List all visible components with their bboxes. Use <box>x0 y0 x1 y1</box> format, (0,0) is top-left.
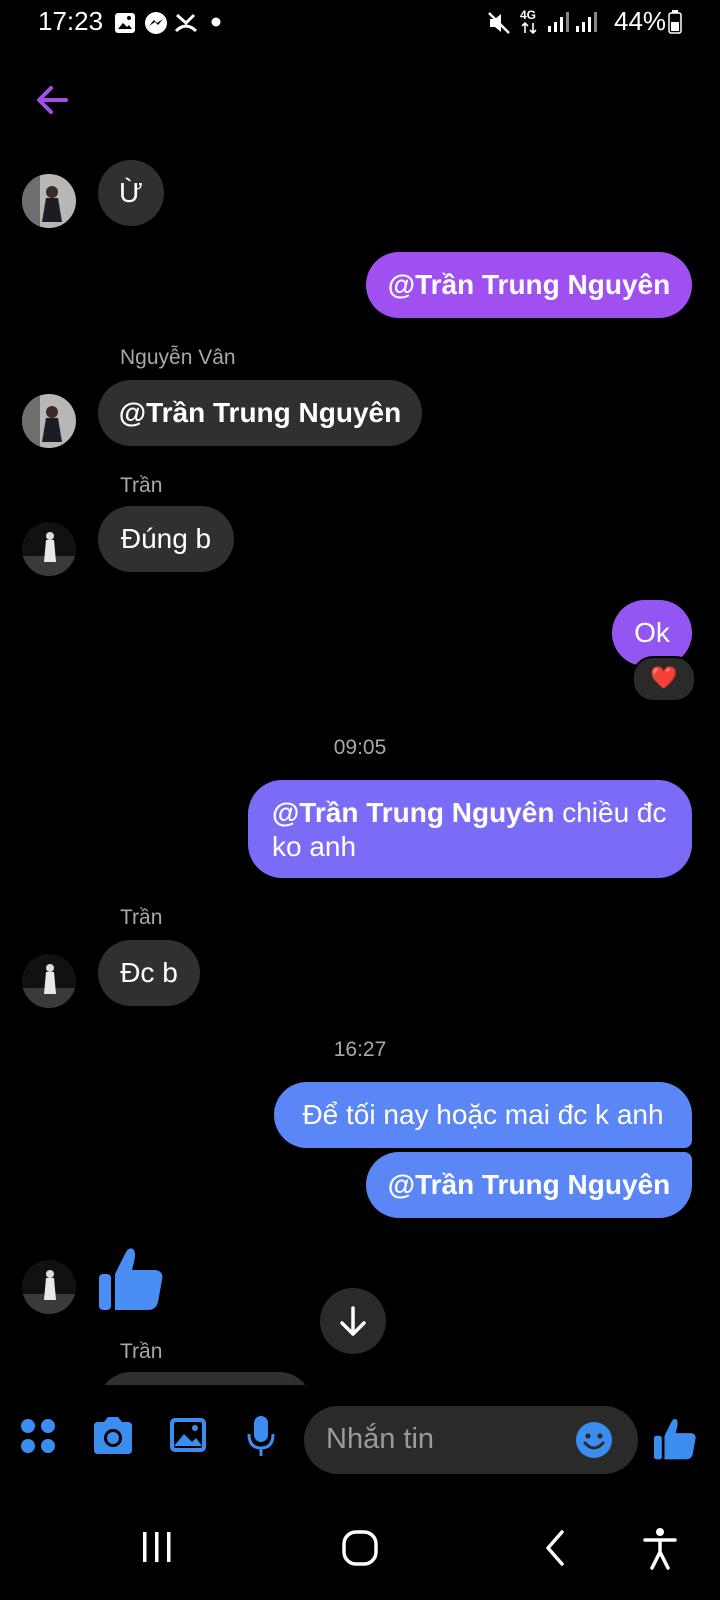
battery-percent: 44% <box>614 6 667 36</box>
chat-thread[interactable]: Ừ @Trần Trung Nguyên Nguyễn Vân @Trần Tr… <box>0 140 720 1385</box>
home-icon[interactable] <box>340 1528 380 1568</box>
sender-name: Nguyễn Vân <box>120 346 236 369</box>
signal-icon-1 <box>548 12 569 32</box>
recent-apps-icon[interactable] <box>140 1530 174 1564</box>
status-time: 17:23 <box>38 6 104 36</box>
message-bubble[interactable]: Ừ <box>98 160 164 226</box>
missed-call-icon <box>174 13 198 33</box>
messenger-icon <box>145 12 167 34</box>
avatar[interactable] <box>22 174 76 228</box>
thumbs-up-icon[interactable] <box>96 1244 166 1314</box>
message-bubble-outgoing[interactable]: @Trần Trung Nguyên chiều đc ko anh <box>248 780 692 878</box>
like-button-icon[interactable] <box>652 1416 698 1462</box>
apps-menu-icon[interactable] <box>18 1416 58 1456</box>
back-icon[interactable] <box>540 1528 570 1568</box>
mention[interactable]: @Trần Trung Nguyên <box>272 797 554 828</box>
microphone-icon[interactable] <box>246 1414 276 1458</box>
signal-icon-2 <box>576 12 597 32</box>
network-type: 4G <box>520 8 537 22</box>
gallery-icon[interactable] <box>168 1416 208 1456</box>
avatar[interactable] <box>22 954 76 1008</box>
back-arrow-icon[interactable] <box>32 80 72 120</box>
avatar[interactable] <box>22 394 76 448</box>
message-bubble[interactable]: Đúng b <box>98 506 234 572</box>
gallery-icon <box>115 13 135 33</box>
avatar[interactable] <box>22 1260 76 1314</box>
accessibility-icon[interactable] <box>642 1526 678 1570</box>
scroll-to-bottom-button[interactable] <box>320 1288 386 1354</box>
avatar[interactable] <box>22 522 76 576</box>
arrow-down-icon <box>340 1306 366 1336</box>
mute-icon <box>488 12 510 34</box>
sender-name: Trần <box>120 1340 163 1363</box>
data-arrows-icon <box>521 22 537 34</box>
message-bubble-outgoing[interactable]: Để tối nay hoặc mai đc k anh <box>274 1082 692 1148</box>
message-bubble[interactable] <box>98 1372 312 1385</box>
emoji-icon[interactable] <box>574 1420 614 1460</box>
message-bubble-outgoing[interactable]: @Trần Trung Nguyên <box>366 1152 692 1218</box>
message-bubble[interactable]: @Trần Trung Nguyên <box>98 380 422 446</box>
camera-icon[interactable] <box>92 1416 134 1456</box>
battery-icon <box>668 10 682 34</box>
system-navigation-bar <box>0 1500 720 1600</box>
sender-name: Trần <box>120 906 163 929</box>
sender-name: Trần <box>120 474 163 497</box>
message-input-placeholder: Nhắn tin <box>326 1423 435 1455</box>
message-bubble[interactable]: Đc b <box>98 940 200 1006</box>
status-bar: 17:23 4G 44% <box>0 0 720 44</box>
heart-reaction-icon[interactable]: ❤️ <box>632 656 696 702</box>
timestamp: 16:27 <box>333 1038 387 1061</box>
message-bubble-outgoing[interactable]: @Trần Trung Nguyên <box>366 252 692 318</box>
timestamp: 09:05 <box>333 736 387 759</box>
dot-icon <box>211 17 221 27</box>
message-input[interactable]: Nhắn tin <box>304 1406 638 1474</box>
